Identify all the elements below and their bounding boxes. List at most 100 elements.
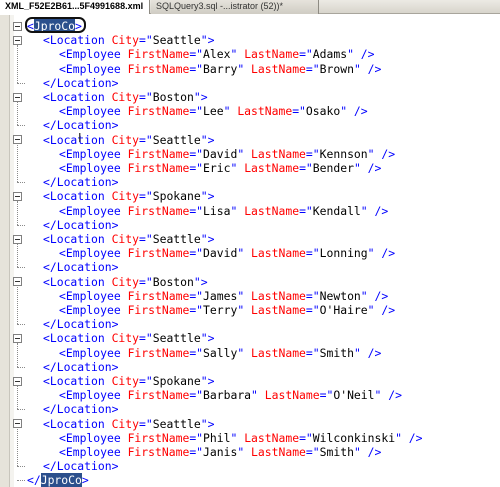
tab-sql-query[interactable]: SQLQuery3.sql -...istrator (52))* [151, 0, 319, 14]
last-name-value: O'Haire [319, 303, 368, 317]
location-close-tag: </Location> [43, 317, 118, 331]
attribute-name: City [111, 274, 140, 289]
last-name-value: Lonning [319, 246, 368, 261]
last-name-value: Osako [305, 104, 341, 119]
last-name-value: Bender [312, 161, 354, 175]
attribute-name: LastName [237, 104, 293, 119]
attribute-quote: "> [200, 232, 215, 246]
location-close-tag: </Location> [43, 402, 118, 416]
employee-element: <Employee FirstName="David" LastName="Lo… [59, 246, 395, 260]
location-open-tag: <Location City="Boston"> [43, 275, 208, 289]
attribute-quote: " [237, 246, 252, 261]
xml-editor[interactable]: <JproCo> <Location City="Seattle"> <Employ… [0, 15, 500, 487]
attribute-quote: " [230, 430, 245, 445]
attribute-quote: =" [319, 388, 334, 403]
first-name-value: Barry [203, 61, 238, 76]
attribute-value: Spokane [152, 189, 201, 204]
attribute-value: Seattle [152, 331, 201, 346]
first-name-value: Sally [203, 345, 238, 360]
attribute-name: FirstName [127, 388, 190, 403]
attribute-name: LastName [244, 47, 300, 62]
attribute-quote: =" [189, 161, 204, 175]
tag-name: <Location [43, 274, 112, 289]
first-name-value: James [203, 288, 238, 303]
attribute-quote: =" [305, 288, 320, 303]
attribute-quote: =" [189, 203, 204, 218]
attribute-name: City [111, 331, 140, 346]
attribute-name: FirstName [127, 47, 190, 62]
attribute-name: LastName [251, 288, 306, 303]
location-close-tag: </Location> [43, 459, 118, 473]
location-close-tag: </Location> [43, 175, 118, 189]
attribute-quote: =" [189, 388, 204, 403]
first-name-value: Lee [203, 104, 224, 119]
attribute-quote: =" [299, 47, 313, 62]
first-name-value: David [203, 246, 238, 261]
tag-name: <Location [43, 416, 112, 431]
attribute-name: LastName [251, 146, 306, 161]
tab-xml-result[interactable]: XML_F52E2B61...5F4991688.xml [0, 0, 150, 14]
location-open-tag: <Location City="Seattle"> [43, 331, 214, 345]
first-name-value: Janis [203, 445, 238, 459]
tab-sql-query-label: SQLQuery3.sql -...istrator (52))* [156, 1, 284, 11]
attribute-quote: "> [193, 274, 208, 289]
attribute-quote: "> [200, 33, 215, 48]
last-name-value: Adams [312, 47, 348, 62]
attribute-quote: =" [189, 47, 204, 62]
employee-element: <Employee FirstName="Barry" LastName="Br… [59, 62, 381, 76]
attribute-quote: " /> [367, 303, 396, 317]
attribute-name: City [111, 33, 140, 48]
attribute-name: City [111, 374, 140, 388]
attribute-name: FirstName [127, 303, 190, 317]
attribute-quote: =" [299, 161, 313, 175]
attribute-name: LastName [244, 203, 300, 218]
last-name-value: Smith [319, 445, 354, 459]
attribute-quote: " [237, 288, 252, 303]
last-name-value: Wilconkinski [312, 430, 396, 445]
attribute-quote: =" [139, 331, 153, 346]
tag-name: <Location [43, 189, 112, 204]
attribute-quote: =" [189, 303, 204, 317]
attribute-quote: =" [189, 288, 204, 303]
tag-name: <Location [43, 90, 112, 104]
last-name-value: Brown [319, 61, 354, 76]
attribute-quote: =" [292, 104, 306, 119]
attribute-quote: " [230, 161, 245, 175]
attribute-value: Seattle [152, 33, 201, 48]
tag-bracket: </ [27, 473, 41, 487]
attribute-quote: " /> [353, 161, 382, 175]
attribute-quote: =" [189, 430, 204, 445]
attribute-name: FirstName [127, 161, 190, 175]
attribute-name: FirstName [127, 445, 190, 459]
attribute-quote: " /> [353, 345, 382, 360]
first-name-value: Alex [203, 47, 231, 62]
tag-name: <Employee [59, 445, 128, 459]
employee-element: <Employee FirstName="Terry" LastName="O'… [59, 303, 395, 317]
attribute-quote: "> [200, 416, 215, 431]
employee-element: <Employee FirstName="David" LastName="Ke… [59, 147, 395, 161]
attribute-quote: =" [139, 90, 153, 104]
attribute-name: LastName [251, 61, 306, 76]
attribute-name: LastName [251, 345, 306, 360]
attribute-quote: " [230, 203, 245, 218]
attribute-name: City [111, 189, 140, 204]
attribute-quote: " /> [340, 104, 368, 119]
first-name-value: Terry [203, 303, 238, 317]
attribute-quote: " /> [360, 288, 389, 303]
attribute-quote: =" [139, 416, 153, 431]
attribute-quote: " [237, 445, 252, 459]
attribute-quote: =" [299, 203, 313, 218]
tag-name: <Employee [59, 146, 128, 161]
tag-name: <Employee [59, 288, 128, 303]
location-close-tag: </Location> [43, 218, 118, 232]
tag-name: </Location> [43, 459, 119, 474]
tab-xml-result-label: XML_F52E2B61...5F4991688.xml [5, 1, 144, 11]
attribute-quote: =" [305, 246, 320, 261]
employee-element: <Employee FirstName="Phil" LastName="Wil… [59, 431, 423, 445]
tag-name: </Location> [43, 260, 119, 275]
attribute-value: Seattle [152, 416, 201, 431]
xml-code[interactable]: <JproCo> <Location City="Seattle"> <Employ… [0, 15, 500, 487]
attribute-name: FirstName [127, 146, 190, 161]
first-name-value: Eric [203, 161, 231, 175]
attribute-quote: " [223, 104, 238, 119]
